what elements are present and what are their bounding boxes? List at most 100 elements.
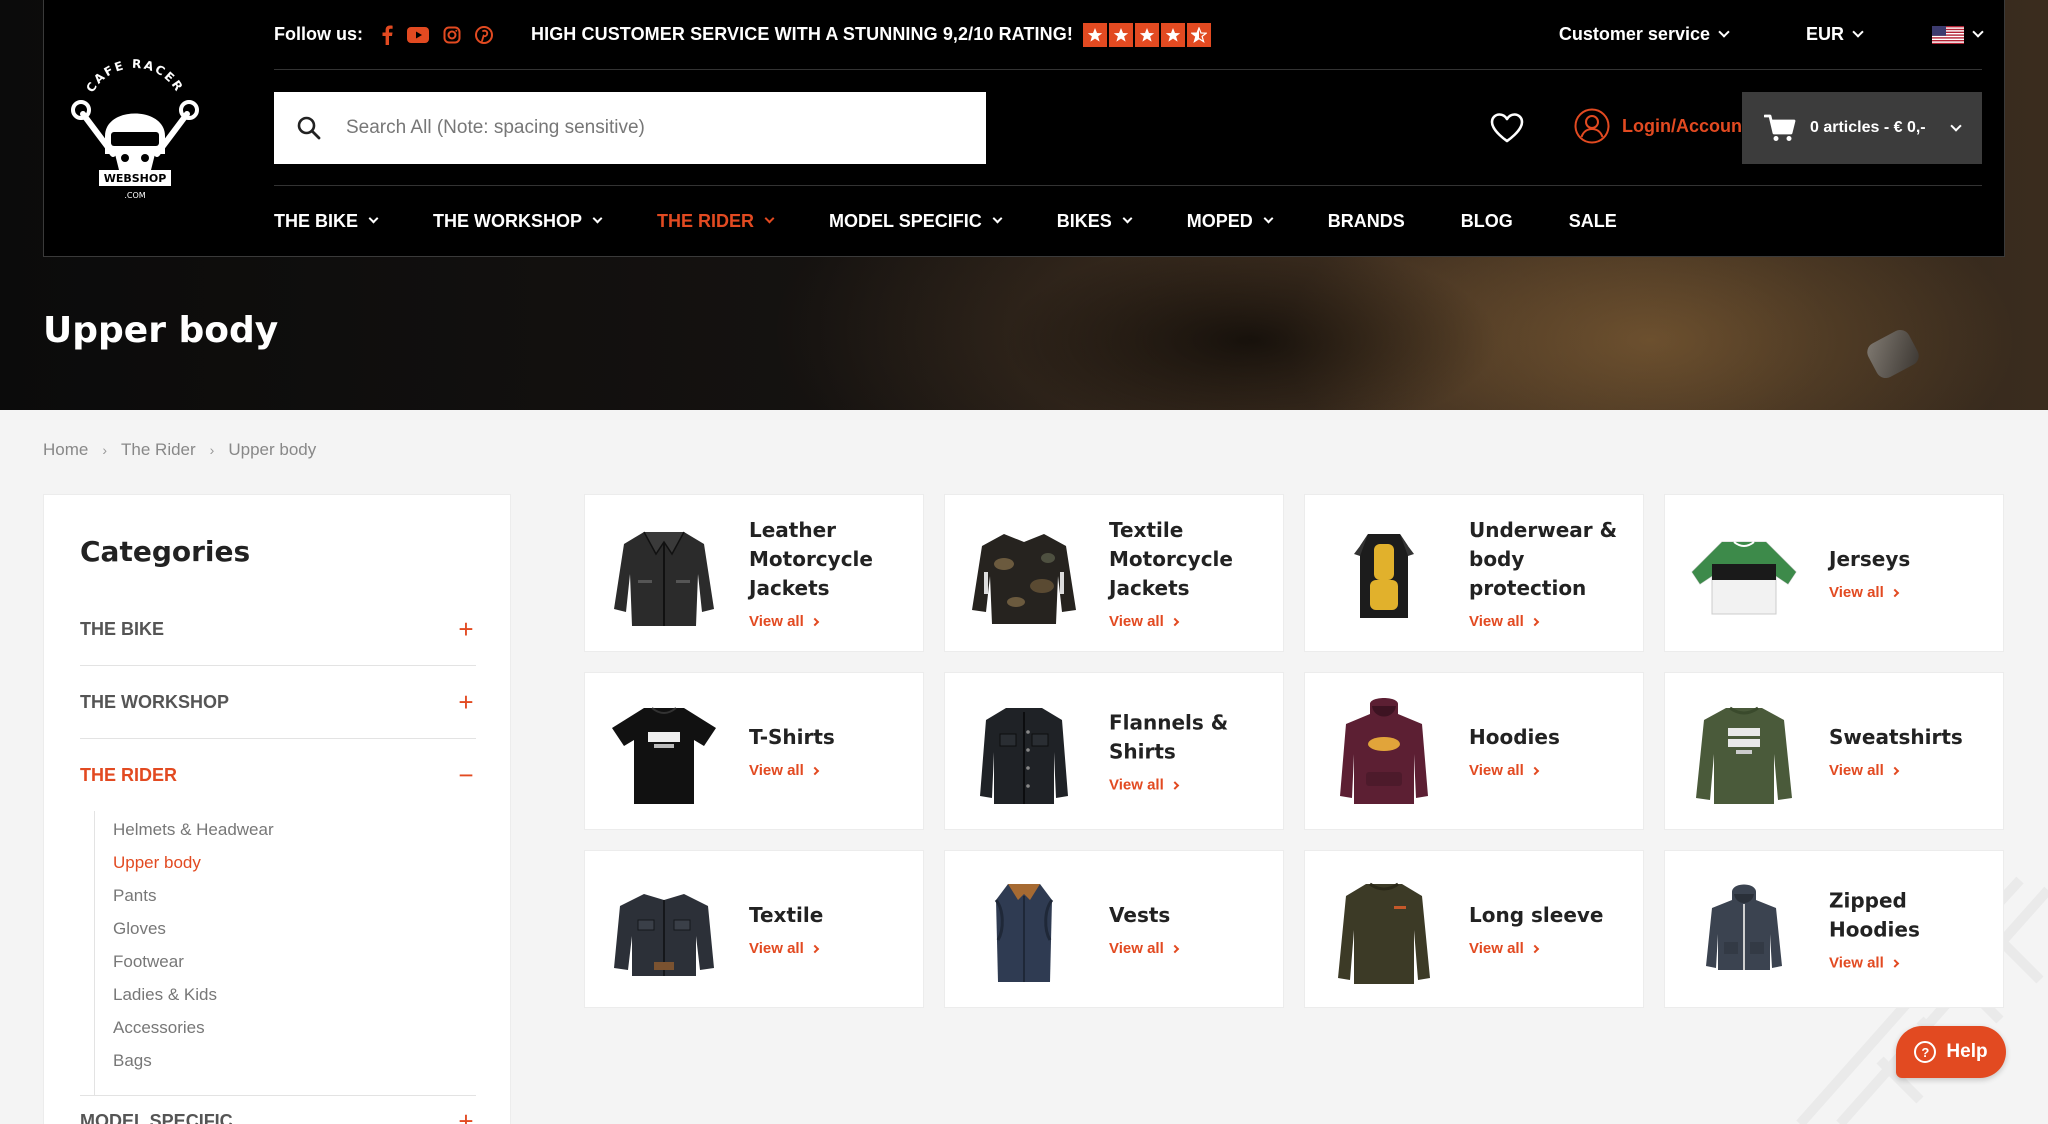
sidebar-group-label: MODEL SPECIFIC (80, 1110, 233, 1124)
view-all-label: View all (1109, 940, 1164, 957)
login-account-link[interactable]: Login/Account (1574, 108, 1748, 144)
site-header: CAFE RACER WEBSHOP .COM Follow us: HIGH … (43, 0, 2005, 257)
nav-label: SALE (1568, 210, 1617, 231)
nav-item-bikes[interactable]: BIKES (1057, 211, 1133, 232)
view-all-link[interactable]: View all (1109, 613, 1269, 630)
body-protector-icon (1319, 509, 1449, 639)
minus-icon[interactable]: − (456, 760, 476, 791)
sidebar-group-header[interactable]: THE WORKSHOP + (80, 666, 476, 738)
chevron-down-icon (764, 213, 775, 224)
category-card[interactable]: Jerseys View all (1664, 494, 2004, 652)
heart-icon (1490, 113, 1524, 143)
view-all-link[interactable]: View all (1829, 584, 1989, 601)
view-all-link[interactable]: View all (749, 762, 909, 779)
cart-button[interactable]: 0 articles - € 0,- (1742, 92, 1982, 164)
facebook-icon[interactable] (381, 25, 393, 45)
sidebar-group-header[interactable]: THE RIDER − (80, 739, 476, 811)
plus-icon[interactable]: + (456, 687, 476, 718)
view-all-label: View all (749, 762, 804, 779)
header-mid-row: Login/Account 0 articles - € 0,- (274, 70, 1982, 186)
plus-icon[interactable]: + (456, 1106, 476, 1124)
chevron-right-icon (1170, 780, 1180, 790)
category-card[interactable]: Leather Motorcycle Jackets View all (584, 494, 924, 652)
sidebar-group-header[interactable]: MODEL SPECIFIC + (80, 1085, 476, 1124)
sidebar-group-model-specific: MODEL SPECIFIC + (80, 1085, 476, 1124)
category-card[interactable]: Underwear & body protection View all (1304, 494, 1644, 652)
category-card[interactable]: Textile View all (584, 850, 924, 1008)
view-all-link[interactable]: View all (749, 613, 909, 630)
category-card[interactable]: Zipped Hoodies View all (1664, 850, 2004, 1008)
view-all-label: View all (1829, 762, 1884, 779)
view-all-link[interactable]: View all (1469, 613, 1629, 630)
customer-service-dropdown[interactable]: Customer service (1559, 24, 1730, 45)
site-logo[interactable]: CAFE RACER WEBSHOP .COM (44, 0, 226, 257)
card-title: Hoodies (1469, 725, 1560, 749)
category-grid: Leather Motorcycle Jackets View all Text… (584, 494, 2005, 1008)
question-icon: ? (1914, 1041, 1937, 1063)
view-all-link[interactable]: View all (1829, 762, 1989, 779)
sidebar-item-upper-body[interactable]: Upper body (113, 846, 476, 879)
pinterest-icon[interactable] (475, 25, 493, 44)
breadcrumb-home[interactable]: Home (43, 440, 88, 460)
category-card[interactable]: Long sleeve View all (1304, 850, 1644, 1008)
chevron-right-icon (810, 766, 820, 775)
top-bar: Follow us: HIGH CUSTOMER SERVICE WITH A … (274, 0, 1984, 70)
view-all-link[interactable]: View all (1829, 955, 1989, 972)
view-all-link[interactable]: View all (1109, 940, 1269, 957)
view-all-label: View all (1829, 954, 1884, 972)
star-icon (1160, 22, 1185, 47)
category-card[interactable]: Hoodies View all (1304, 672, 1644, 830)
language-dropdown[interactable] (1932, 25, 1984, 44)
chevron-down-icon (368, 213, 379, 224)
logo-icon: CAFE RACER WEBSHOP .COM (71, 56, 199, 200)
sidebar-item-pants[interactable]: Pants (113, 879, 476, 912)
nav-item-the-bike[interactable]: THE BIKE (274, 211, 379, 232)
view-all-link[interactable]: View all (1469, 762, 1629, 779)
search-bar[interactable] (274, 92, 986, 164)
sidebar-item-accessories[interactable]: Accessories (113, 1011, 476, 1044)
breadcrumb-the-rider[interactable]: The Rider (121, 440, 196, 460)
category-card[interactable]: Textile Motorcycle Jackets View all (944, 494, 1284, 652)
nav-item-the-workshop[interactable]: THE WORKSHOP (433, 211, 603, 232)
category-card[interactable]: T-Shirts View all (584, 672, 924, 830)
nav-item-the-rider[interactable]: THE RIDER (657, 211, 775, 232)
sidebar-item-gloves[interactable]: Gloves (113, 912, 476, 945)
follow-label: Follow us: (274, 24, 363, 44)
nav-item-moped[interactable]: MOPED (1187, 211, 1274, 232)
sidebar-group-label: THE BIKE (80, 618, 165, 639)
rating-stars (1082, 22, 1211, 47)
category-card[interactable]: Vests View all (944, 850, 1284, 1008)
user-icon (1574, 108, 1610, 144)
view-all-link[interactable]: View all (1109, 777, 1269, 794)
nav-item-brands[interactable]: BRANDS (1328, 211, 1405, 232)
view-all-link[interactable]: View all (1469, 940, 1629, 957)
card-title: Textile (749, 903, 824, 927)
nav-item-model-specific[interactable]: MODEL SPECIFIC (829, 211, 1003, 232)
category-card[interactable]: Sweatshirts View all (1664, 672, 2004, 830)
card-title: Underwear & body protection (1469, 518, 1618, 600)
nav-item-sale[interactable]: SALE (1569, 211, 1617, 232)
sweatshirt-icon (1679, 687, 1809, 817)
wishlist-button[interactable] (1490, 113, 1524, 148)
help-button[interactable]: ? Help (1896, 1026, 2006, 1078)
vest-icon (959, 865, 1089, 995)
sidebar-item-footwear[interactable]: Footwear (113, 945, 476, 978)
page-title: Upper body (43, 310, 279, 351)
nav-item-blog[interactable]: BLOG (1461, 211, 1513, 232)
currency-dropdown[interactable]: EUR (1806, 24, 1864, 45)
plus-icon[interactable]: + (456, 614, 476, 645)
hoodie-icon (1319, 687, 1449, 817)
category-card[interactable]: Flannels & Shirts View all (944, 672, 1284, 830)
instagram-icon[interactable] (443, 26, 461, 44)
search-icon (297, 116, 321, 140)
sidebar-group-header[interactable]: THE BIKE + (80, 593, 476, 665)
search-input[interactable] (346, 117, 946, 139)
main-nav: THE BIKE THE WORKSHOP THE RIDER MODEL SP… (274, 186, 1982, 256)
youtube-icon[interactable] (407, 26, 429, 43)
view-all-link[interactable]: View all (749, 940, 909, 957)
sidebar-item-ladies-kids[interactable]: Ladies & Kids (113, 978, 476, 1011)
chevron-right-icon (1530, 944, 1540, 953)
sidebar-item-bags[interactable]: Bags (113, 1044, 476, 1077)
card-body: Underwear & body protection View all (1469, 516, 1629, 630)
sidebar-item-helmets-headwear[interactable]: Helmets & Headwear (113, 813, 476, 846)
